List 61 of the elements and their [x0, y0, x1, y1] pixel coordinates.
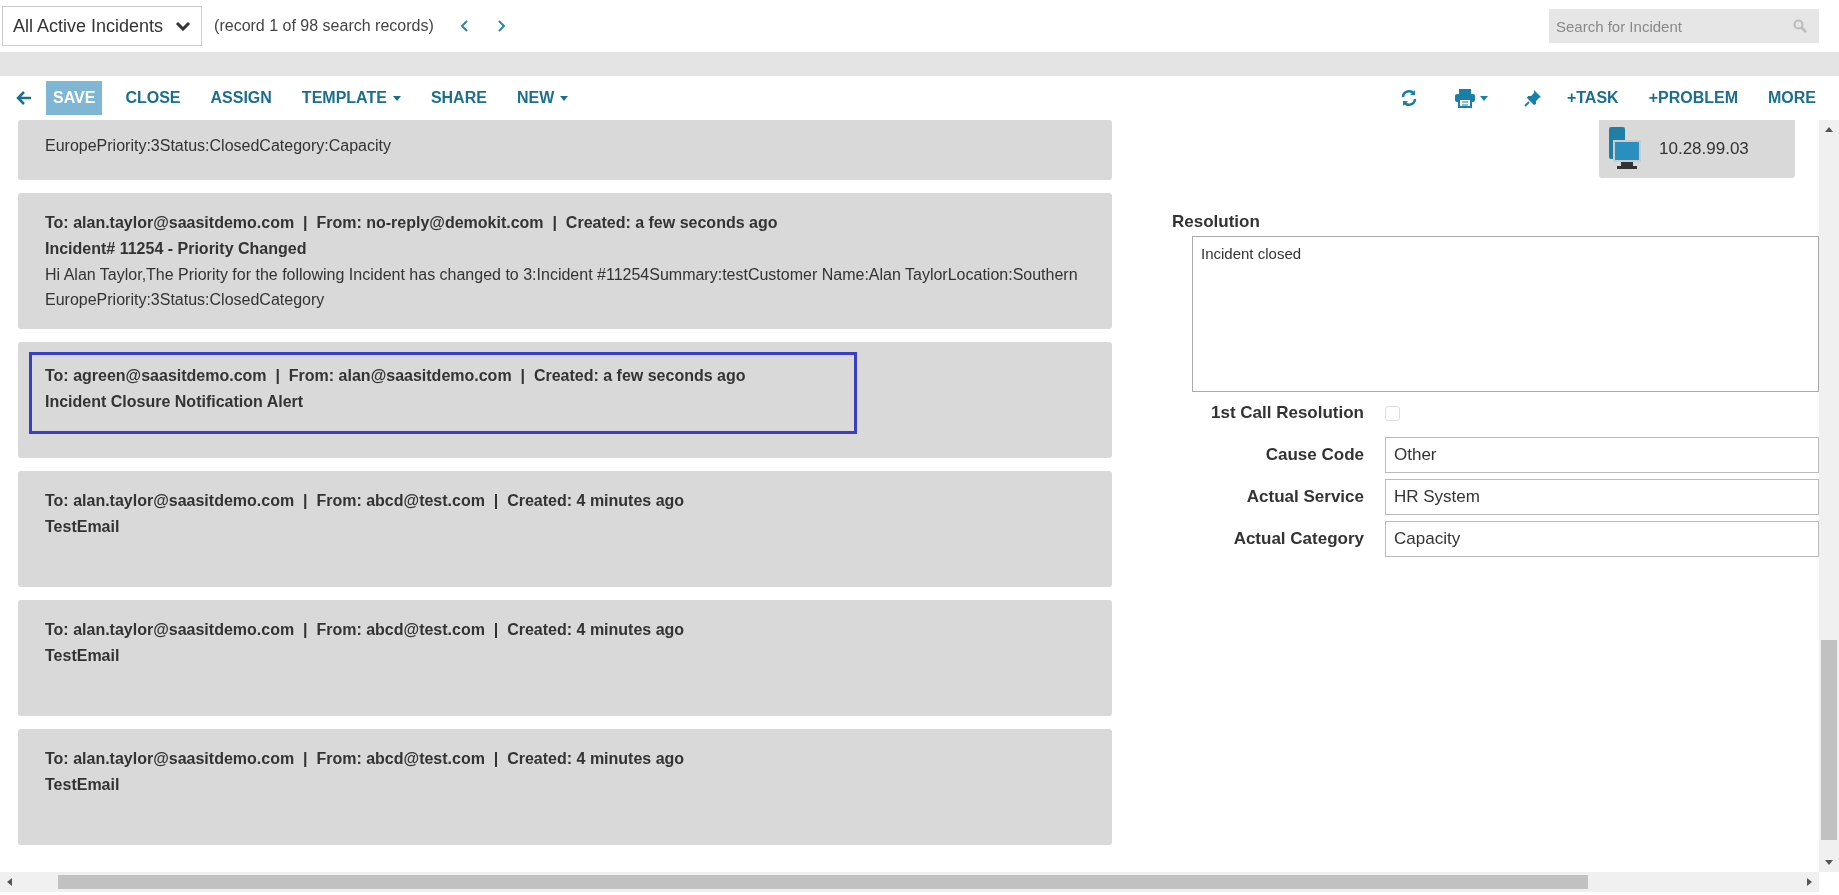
text-field[interactable]: Other — [1385, 437, 1819, 473]
email-header: To: alan.taylor@saasitdemo.com | From: no-reply@demokit.com | Created: a few seconds ago — [45, 213, 779, 233]
toolbar-button[interactable]: +PROBLEM — [1641, 83, 1745, 113]
caret-icon[interactable] — [1479, 95, 1488, 101]
scroll-left-icon[interactable] — [6, 877, 12, 887]
search-field[interactable]: Search for Incident — [1549, 9, 1819, 43]
email-card[interactable]: To: alan.taylor@saasitdemo.com | From: abcd@test.com | Created: 4 minutes ago TestEmail — [18, 471, 1112, 587]
printer-icon[interactable] — [1453, 88, 1476, 108]
next-icon[interactable] — [495, 20, 506, 32]
record-info: (record 1 of 98 search records) — [214, 17, 434, 35]
email-card[interactable]: EuropePriority:3Status:ClosedCategory:Capacity — [18, 120, 1112, 180]
menu-button[interactable]: NEW — [509, 83, 576, 113]
previous-icon[interactable] — [459, 20, 470, 32]
view-select[interactable]: All Active Incidents — [2, 6, 203, 46]
field-label: Cause Code — [1264, 445, 1365, 465]
email-card[interactable]: To: alan.taylor@saasitdemo.com | From: abcd@test.com | Created: 4 minutes ago TestEmail — [18, 729, 1112, 845]
chevron-down-icon — [175, 21, 192, 31]
vertical-scrollbar[interactable] — [1819, 120, 1839, 872]
email-header: To: agreen@saasitdemo.com | From: alan@saasitdemo.com | Created: a few seconds ago — [45, 366, 747, 386]
menu-button[interactable]: TEMPLATE — [294, 83, 408, 113]
email-card[interactable]: To: alan.taylor@saasitdemo.com | From: abcd@test.com | Created: 4 minutes ago TestEmail — [18, 600, 1112, 716]
scroll-thumb[interactable] — [58, 875, 1588, 889]
device-address: 10.28.99.03 — [1659, 139, 1749, 159]
toolbar-button[interactable]: CLOSE — [118, 83, 188, 113]
resolution-label: Resolution — [1172, 212, 1261, 232]
scroll-right-icon[interactable] — [1807, 877, 1813, 887]
field-label: Actual Service — [1245, 487, 1365, 507]
toolbar-button[interactable]: MORE — [1761, 83, 1823, 113]
field-label: Actual Category — [1232, 529, 1365, 549]
scroll-thumb[interactable] — [1821, 640, 1837, 840]
toolbar-button[interactable]: SHARE — [423, 83, 494, 113]
back-arrow-icon[interactable] — [16, 91, 32, 105]
field-label: 1st Call Resolution — [1209, 403, 1365, 423]
email-subject: TestEmail — [45, 517, 121, 537]
scroll-up-icon[interactable] — [1824, 126, 1834, 132]
email-card[interactable]: To: agreen@saasitdemo.com | From: alan@saasitdemo.com | Created: a few seconds ago Incident Closure Notification Alert — [18, 342, 1112, 458]
email-header: To: alan.taylor@saasitdemo.com | From: abcd@test.com | Created: 4 minutes ago — [45, 491, 686, 511]
email-subject: Incident# 11254 - Priority Changed — [45, 239, 308, 259]
toolbar-button[interactable]: +TASK — [1559, 83, 1626, 113]
text-field[interactable]: Capacity — [1385, 521, 1819, 557]
scroll-down-icon[interactable] — [1824, 860, 1834, 866]
email-subject: TestEmail — [45, 775, 121, 795]
toolbar-button[interactable]: ASSIGN — [203, 83, 279, 113]
refresh-icon[interactable] — [1399, 89, 1418, 107]
email-header: To: alan.taylor@saasitdemo.com | From: abcd@test.com | Created: 4 minutes ago — [45, 620, 686, 640]
horizontal-scrollbar[interactable] — [0, 872, 1819, 892]
email-subject: Incident Closure Notification Alert — [45, 392, 305, 412]
computer-icon — [1607, 127, 1643, 171]
email-card[interactable] — [18, 193, 1112, 329]
email-body: Hi Alan Taylor,The Priority for the following Incident has changed to 3:Incident #11254Summary:testCustomer Name:Alan TaylorLocation:Southern EuropePriority:3Status:ClosedCategory — [45, 265, 1079, 310]
email-header: To: alan.taylor@saasitdemo.com | From: abcd@test.com | Created: 4 minutes ago — [45, 749, 686, 769]
caret-icon — [392, 95, 401, 101]
resolution-field[interactable]: Incident closed — [1192, 236, 1819, 392]
pin-icon[interactable] — [1523, 89, 1542, 107]
caret-icon — [560, 95, 569, 101]
search-icon — [1793, 19, 1807, 33]
email-subject: TestEmail — [45, 646, 121, 666]
checkbox[interactable] — [1385, 405, 1400, 421]
text-field[interactable]: HR System — [1385, 479, 1819, 515]
email-body: EuropePriority:3Status:ClosedCategory:Capacity — [45, 136, 392, 156]
device-card[interactable]: 10.28.99.03 — [1599, 120, 1795, 178]
